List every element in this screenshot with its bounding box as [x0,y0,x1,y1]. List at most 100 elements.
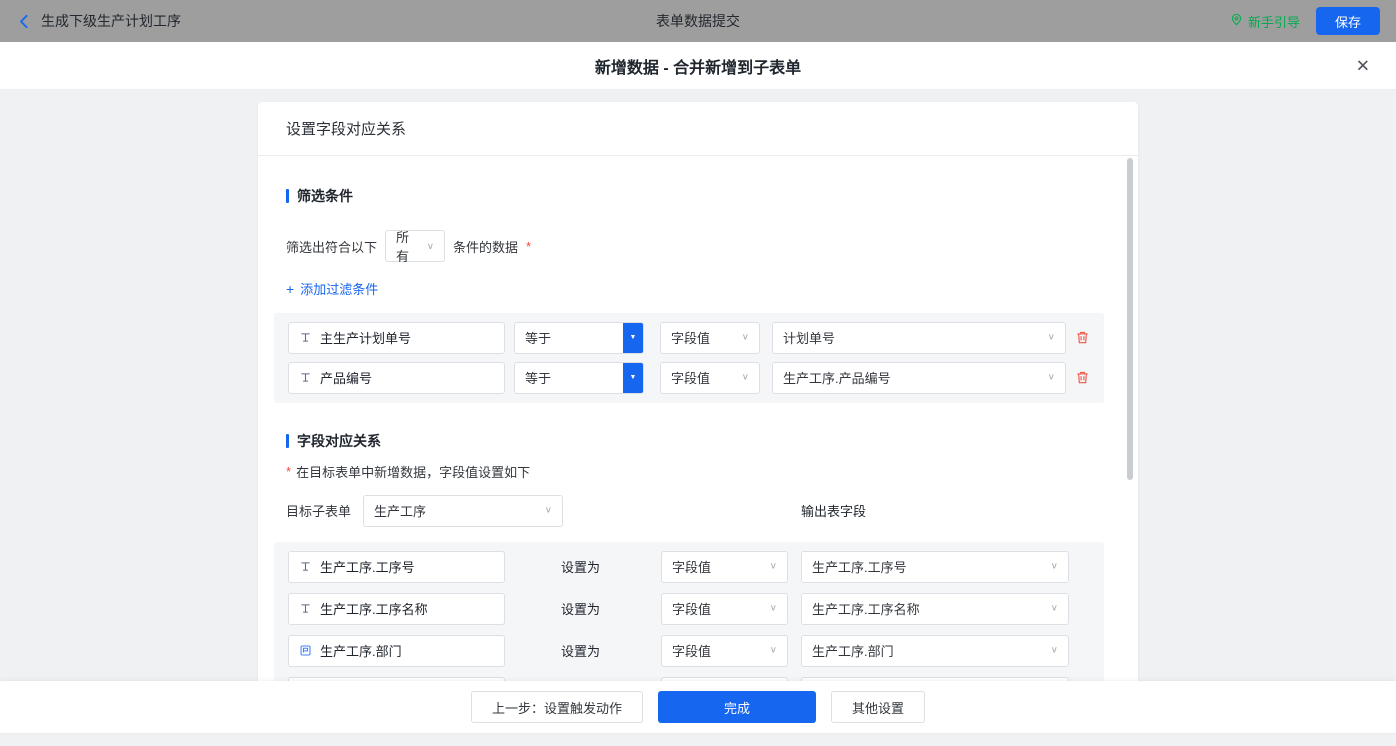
beginner-guide-link[interactable]: 新手引导 [1230,12,1300,31]
chevron-down-icon: ∨ [770,604,777,614]
filter-value-value: 生产工序.产品编号 [783,368,891,387]
mapping-value-value: 生产工序.部门 [812,641,894,660]
mapping-value-type-value: 字段值 [672,599,711,618]
mapping-description: * 在目标表单中新增数据，字段值设置如下 [286,462,1138,481]
vertical-scrollbar-thumb[interactable] [1127,158,1133,480]
done-button[interactable]: 完成 [658,691,816,723]
mapping-value-type-value: 字段值 [672,557,711,576]
add-filter-condition-link[interactable]: + 添加过滤条件 [286,279,378,298]
filter-value-type-value: 字段值 [671,368,710,387]
filter-field-label: 主生产计划单号 [320,328,411,347]
mapping-field-label: 生产工序.工序号 [320,557,415,576]
output-fields-label: 输出表字段 [801,501,866,520]
dialog-footer: 上一步：设置触发动作 完成 其他设置 [0,681,1396,733]
caret-down-button[interactable]: ▼ [623,363,643,393]
filter-row: 产品编号 等于 ▼ 字段值 ∨ 生产工序.产品编号 ∨ [288,362,1090,394]
save-button[interactable]: 保存 [1316,7,1380,35]
set-as-label: 设置为 [561,599,601,618]
filter-section-label: 筛选条件 [297,186,353,206]
chevron-down-icon: ∨ [1048,333,1055,343]
chevron-down-icon: ∨ [770,646,777,656]
back-label[interactable]: 生成下级生产计划工序 [41,11,181,31]
filter-value-select[interactable]: 计划单号 ∨ [772,322,1066,354]
dialog-header: 新增数据 - 合并新增到子表单 ✕ [0,42,1396,90]
chevron-down-icon: ∨ [1051,562,1058,572]
text-field-icon [299,331,312,344]
mapping-value-select[interactable]: 生产工序.工序名称 ∨ [801,593,1069,625]
mapping-row: 生产工序.部门 设置为 字段值 ∨ 生产工序.部门 ∨ [288,635,1090,667]
required-asterisk: * [526,239,531,254]
filter-value-select[interactable]: 生产工序.产品编号 ∨ [772,362,1066,394]
filter-section-title: 筛选条件 [286,186,1138,206]
set-as-label: 设置为 [561,641,601,660]
plus-icon: + [286,282,294,296]
other-settings-button[interactable]: 其他设置 [831,691,925,723]
bottom-strip [0,733,1396,746]
mapping-section-title: 字段对应关系 [286,431,1138,451]
target-subform-select[interactable]: 生产工序 ∨ [363,495,563,527]
chevron-down-icon: ∨ [1051,646,1058,656]
topbar-actions: 新手引导 保存 [1230,7,1380,35]
section-accent-bar [286,189,289,203]
filter-match-value: 所有 [396,227,419,265]
filter-operator-select[interactable]: 等于 ▼ [514,362,644,394]
target-subform-label: 目标子表单 [286,501,351,520]
filter-value-type-select[interactable]: 字段值 ∨ [660,362,760,394]
mapping-value-value: 生产工序.工序号 [812,557,907,576]
back-button[interactable]: 生成下级生产计划工序 [16,11,181,31]
mapping-value-select[interactable]: 生产工序.工序号 ∨ [801,551,1069,583]
top-bar: 生成下级生产计划工序 表单数据提交 新手引导 保存 [0,0,1396,42]
required-asterisk: * [286,464,291,479]
filter-field-label: 产品编号 [320,368,372,387]
chevron-down-icon: ∨ [1051,604,1058,614]
filter-conditions-panel: 主生产计划单号 等于 ▼ 字段值 ∨ 计划单号 ∨ [274,313,1104,403]
mapping-section-label: 字段对应关系 [297,431,381,451]
delete-row-button[interactable] [1075,370,1090,385]
mapping-field-label: 生产工序.工序名称 [320,599,428,618]
chevron-down-icon: ∨ [742,333,749,343]
set-as-label: 设置为 [561,557,601,576]
caret-down-button[interactable]: ▼ [623,323,643,353]
mapping-row: 生产工序.工序名称 设置为 字段值 ∨ 生产工序.工序名称 ∨ [288,593,1090,625]
mapping-panel: 生产工序.工序号 设置为 字段值 ∨ 生产工序.工序号 ∨ 生产 [274,542,1104,682]
filter-match-select[interactable]: 所有 ∨ [385,230,445,262]
mapping-field-input[interactable]: 生产工序.工序名称 [288,593,505,625]
filter-field-input[interactable]: 产品编号 [288,362,505,394]
delete-row-button[interactable] [1075,330,1090,345]
field-mapping-card: 设置字段对应关系 筛选条件 筛选出符合以下 所有 ∨ 条件的数据 * + 添加过… [258,102,1138,681]
filter-value-type-select[interactable]: 字段值 ∨ [660,322,760,354]
filter-value-value: 计划单号 [783,328,835,347]
mapping-field-input[interactable]: 生产工序.工序号 [288,551,505,583]
card-title: 设置字段对应关系 [258,102,1138,156]
mapping-description-text: 在目标表单中新增数据，字段值设置如下 [296,462,530,481]
mapping-value-type-select[interactable]: 字段值 ∨ [661,551,788,583]
filter-operator-select[interactable]: 等于 ▼ [514,322,644,354]
mapping-field-label: 生产工序.部门 [320,641,402,660]
chevron-down-icon: ∨ [1048,373,1055,383]
chevron-left-icon[interactable] [16,13,33,30]
text-field-icon [299,560,312,573]
close-icon[interactable]: ✕ [1356,57,1370,74]
mapping-value-select[interactable]: 生产工序.部门 ∨ [801,635,1069,667]
beginner-guide-label: 新手引导 [1248,12,1300,31]
mapping-field-input[interactable]: 生产工序.部门 [288,635,505,667]
mapping-value-type-value: 字段值 [672,641,711,660]
dialog-body: 设置字段对应关系 筛选条件 筛选出符合以下 所有 ∨ 条件的数据 * + 添加过… [0,90,1396,681]
mapping-value-value: 生产工序.工序名称 [812,599,920,618]
chevron-down-icon: ∨ [427,241,434,251]
filter-field-input[interactable]: 主生产计划单号 [288,322,505,354]
filter-operator-value: 等于 [515,323,623,353]
mapping-value-type-select[interactable]: 字段值 ∨ [661,635,788,667]
section-accent-bar [286,434,289,448]
add-filter-condition-label: 添加过滤条件 [300,279,378,298]
mapping-value-type-select[interactable]: 字段值 ∨ [661,593,788,625]
previous-step-button[interactable]: 上一步：设置触发动作 [471,691,643,723]
department-field-icon [299,644,312,657]
chevron-down-icon: ∨ [545,506,552,516]
location-pin-icon [1230,13,1243,29]
filter-suffix-label: 条件的数据 [453,237,518,256]
filter-value-type-value: 字段值 [671,328,710,347]
filter-operator-value: 等于 [515,363,623,393]
filter-prefix-label: 筛选出符合以下 [286,237,377,256]
text-field-icon [299,602,312,615]
